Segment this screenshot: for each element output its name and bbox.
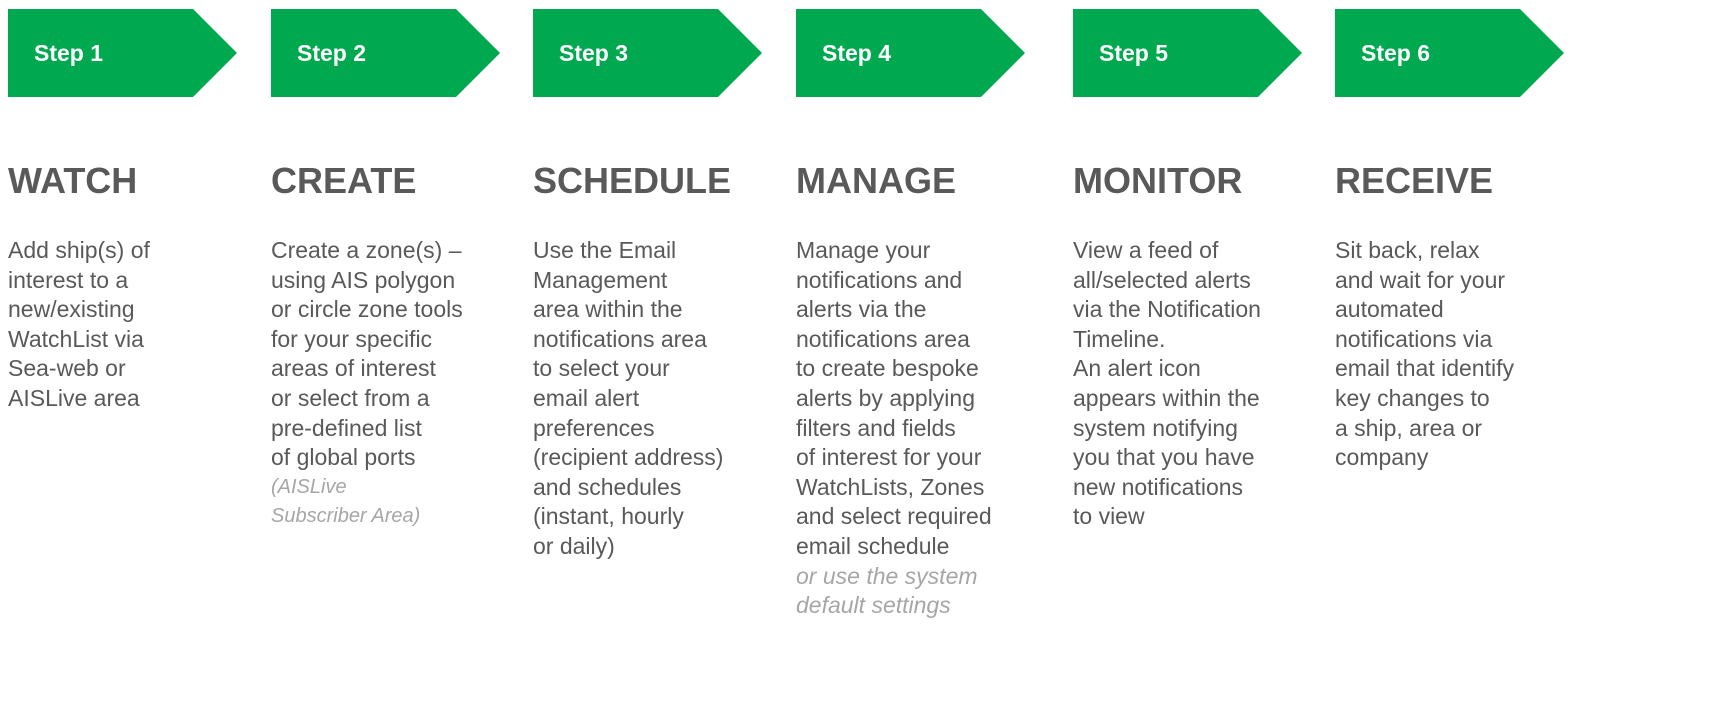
description-line: via the Notification: [1073, 296, 1261, 323]
step-5-arrow: Step 5: [1073, 9, 1302, 97]
description-line: for your specific: [271, 325, 433, 352]
description-line: appears within the: [1073, 384, 1260, 411]
description-line: areas of interest: [271, 355, 436, 382]
step-description: Add ship(s) of interest to a new/existin…: [8, 236, 270, 414]
description-line: Create a zone(s) –: [271, 237, 462, 263]
description-line: email schedule: [796, 532, 950, 559]
step-6-arrow: Step 6: [1335, 9, 1564, 97]
description-line: system notifying: [1073, 414, 1238, 441]
description-line: and select required: [796, 503, 992, 530]
description-line: to select your: [533, 355, 670, 382]
step-description: View a feed of all/selected alerts via t…: [1073, 236, 1335, 532]
description-line: to view: [1073, 503, 1145, 530]
description-line: company: [1335, 444, 1429, 471]
description-line: interest to a: [8, 266, 129, 293]
step-title: CREATE: [271, 160, 417, 201]
description-line: Add ship(s) of: [8, 237, 150, 263]
step-label: Step 3: [559, 40, 629, 66]
description-line: Use the Email: [533, 237, 677, 263]
step-2: Step 2 CREATE Create a zone(s) – using A…: [271, 0, 533, 710]
description-line: email that identify: [1335, 355, 1514, 382]
description-line: Management: [533, 266, 668, 293]
description-line: Sea-web or: [8, 355, 126, 382]
description-line: pre-defined list: [271, 414, 422, 441]
description-line: View a feed of: [1073, 237, 1219, 263]
description-line: email alert: [533, 384, 640, 411]
description-line: notifications and: [796, 266, 963, 293]
step-2-arrow: Step 2: [271, 9, 500, 97]
step-6: Step 6 RECEIVE Sit back, relax and wait …: [1335, 0, 1597, 710]
description-line: of global ports: [271, 444, 416, 471]
description-line: Manage your: [796, 237, 931, 263]
description-line: a ship, area or: [1335, 414, 1483, 441]
step-title: RECEIVE: [1335, 160, 1494, 201]
description-line: using AIS polygon: [271, 266, 456, 293]
step-5: Step 5 MONITOR View a feed of all/select…: [1073, 0, 1335, 710]
step-label: Step 4: [822, 40, 892, 66]
description-line: new notifications: [1073, 473, 1244, 500]
description-note: (AISLive: [271, 475, 347, 498]
description-line: key changes to: [1335, 384, 1490, 411]
description-line: Sit back, relax: [1335, 237, 1480, 263]
description-line: notifications via: [1335, 325, 1493, 352]
description-line: all/selected alerts: [1073, 266, 1251, 293]
description-line: alerts via the: [796, 296, 927, 323]
description-line: preferences: [533, 414, 655, 441]
description-line: new/existing: [8, 296, 135, 323]
step-3: Step 3 SCHEDULE Use the Email Management…: [533, 0, 795, 710]
step-description: Use the Email Management area within the…: [533, 236, 795, 562]
description-line: (instant, hourly: [533, 503, 684, 530]
description-line: filters and fields: [796, 414, 956, 441]
step-title: SCHEDULE: [533, 160, 732, 201]
step-title: MONITOR: [1073, 160, 1243, 201]
description-line: or daily): [533, 532, 615, 559]
step-title: WATCH: [8, 160, 138, 201]
description-line: of interest for your: [796, 444, 982, 471]
description-line: area within the: [533, 296, 683, 323]
step-label: Step 2: [297, 40, 367, 66]
description-note: default settings: [796, 592, 951, 619]
description-line: alerts by applying: [796, 384, 975, 411]
step-label: Step 1: [34, 40, 104, 66]
description-line: automated: [1335, 296, 1444, 323]
step-description: Create a zone(s) – using AIS polygon or …: [271, 236, 533, 532]
description-line: notifications area: [533, 325, 707, 352]
step-1-arrow: Step 1: [8, 9, 237, 97]
description-note: Subscriber Area): [271, 505, 421, 528]
description-line: WatchList via: [8, 325, 144, 352]
description-line: An alert icon: [1073, 355, 1201, 382]
step-1: Step 1 WATCH Add ship(s) of interest to …: [8, 0, 270, 710]
step-description: Manage your notifications and alerts via…: [796, 236, 1058, 621]
description-line: notifications area: [796, 325, 970, 352]
description-line: WatchLists, Zones: [796, 473, 985, 500]
description-line: (recipient address): [533, 444, 724, 471]
step-3-arrow: Step 3: [533, 9, 762, 97]
description-line: Timeline.: [1073, 325, 1166, 352]
step-description: Sit back, relax and wait for your automa…: [1335, 236, 1597, 473]
description-line: or select from a: [271, 384, 430, 411]
description-line: or circle zone tools: [271, 296, 463, 323]
description-line: and wait for your: [1335, 266, 1506, 293]
step-4-arrow: Step 4: [796, 9, 1025, 97]
step-title: MANAGE: [796, 160, 956, 201]
description-line: to create bespoke: [796, 355, 979, 382]
step-label: Step 6: [1361, 40, 1431, 66]
description-line: and schedules: [533, 473, 682, 500]
step-label: Step 5: [1099, 40, 1169, 66]
description-line: AISLive area: [8, 384, 140, 411]
description-line: you that you have: [1073, 444, 1255, 471]
step-4: Step 4 MANAGE Manage your notifications …: [796, 0, 1058, 710]
description-note: or use the system: [796, 562, 978, 589]
